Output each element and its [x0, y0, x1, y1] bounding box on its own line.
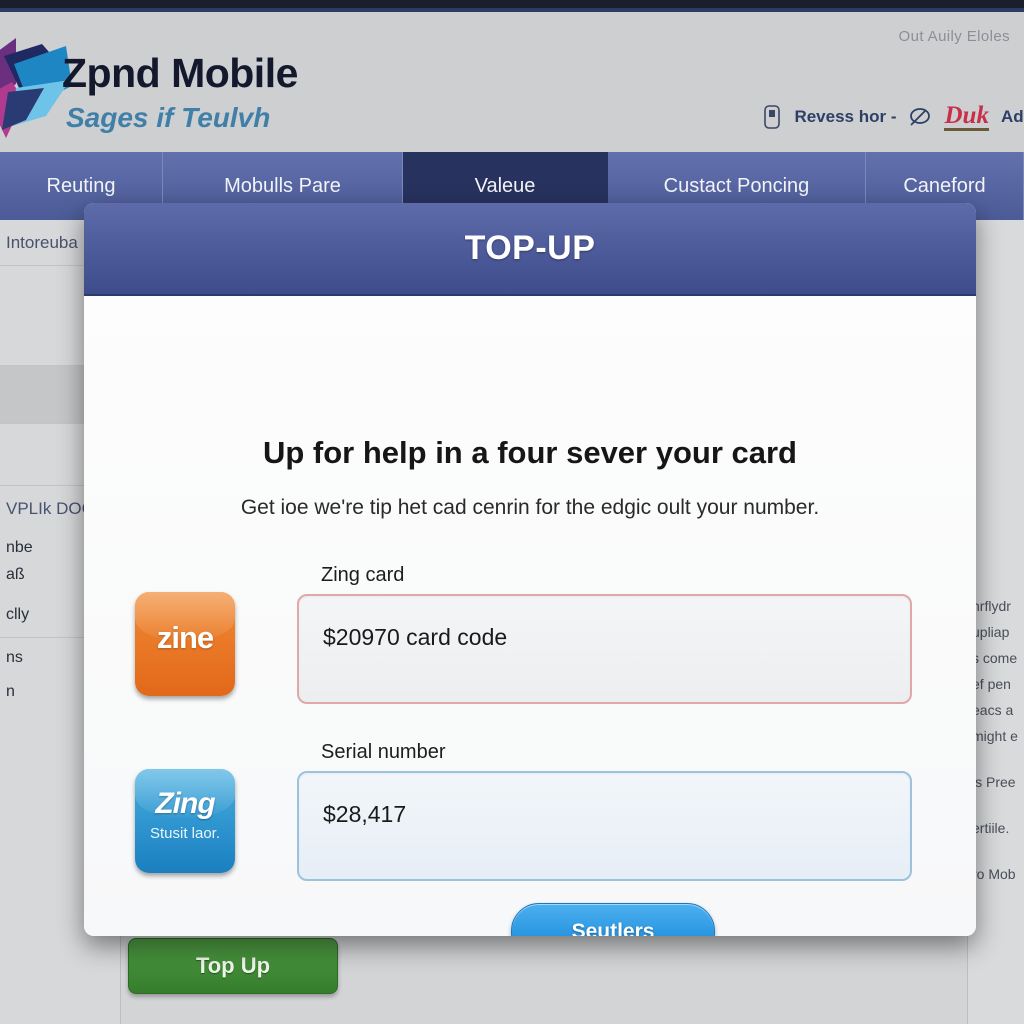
badge-label: zine [156, 620, 214, 655]
header-links: Revess hor - Duk Ado [762, 103, 1024, 131]
logo-title: Zpnd Mobile [62, 50, 298, 96]
top-up-button[interactable]: Top Up [128, 938, 338, 994]
top-up-modal: TOP-UP Up for help in a four sever your … [84, 203, 976, 936]
submit-button[interactable]: Seutlers [511, 903, 715, 936]
logo[interactable]: Zpnd Mobile Sages if Teulvh [0, 28, 298, 148]
modal-title: TOP-UP [464, 229, 596, 267]
page-background: Zpnd Mobile Sages if Teulvh Out Auily El… [0, 0, 1024, 1024]
modal-body: Up for help in a four sever your card Ge… [84, 296, 976, 936]
right-line-6: ls Pree [972, 774, 1016, 790]
modal-header: TOP-UP [84, 203, 976, 296]
header-link-ado[interactable]: Ado [1001, 107, 1024, 127]
right-line-0: hrflydr [972, 598, 1011, 614]
header-link-reverse[interactable]: Revess hor - [794, 107, 896, 127]
right-line-1: upliap [972, 624, 1010, 640]
right-line-4: eacs a [972, 702, 1014, 718]
right-line-5: might e [972, 728, 1018, 744]
tag-icon [764, 105, 781, 130]
right-line-2: s come [972, 650, 1018, 666]
right-line-3: ef pen [972, 676, 1011, 692]
header-utility-text: Out Auily Eloles [898, 28, 1010, 45]
zine-card-badge-icon: zine [135, 592, 235, 696]
serial-number-input[interactable]: $28,417 [297, 771, 912, 881]
modal-heading: Up for help in a four sever your card [262, 435, 797, 470]
serial-number-label: Serial number [321, 741, 446, 763]
modal-subheading: Get ioe we're tip het cad cenrin for the… [240, 496, 820, 519]
zing-card-badge-icon: Zing Stusit laor. [135, 769, 235, 873]
right-line-8: ro Mob [972, 866, 1016, 882]
right-line-7: ertiile. [972, 820, 1010, 836]
zing-card-input[interactable]: $20970 card code [297, 594, 912, 704]
site-header: Zpnd Mobile Sages if Teulvh Out Auily El… [0, 12, 1024, 152]
logo-tagline: Sages if Teulvh [66, 102, 271, 133]
header-link-duk[interactable]: Duk [944, 103, 989, 131]
feather-icon [910, 108, 931, 127]
badge-label: Zing [155, 787, 215, 820]
badge-sublabel: Stusit laor. [149, 825, 221, 842]
zing-card-label: Zing card [321, 564, 405, 586]
